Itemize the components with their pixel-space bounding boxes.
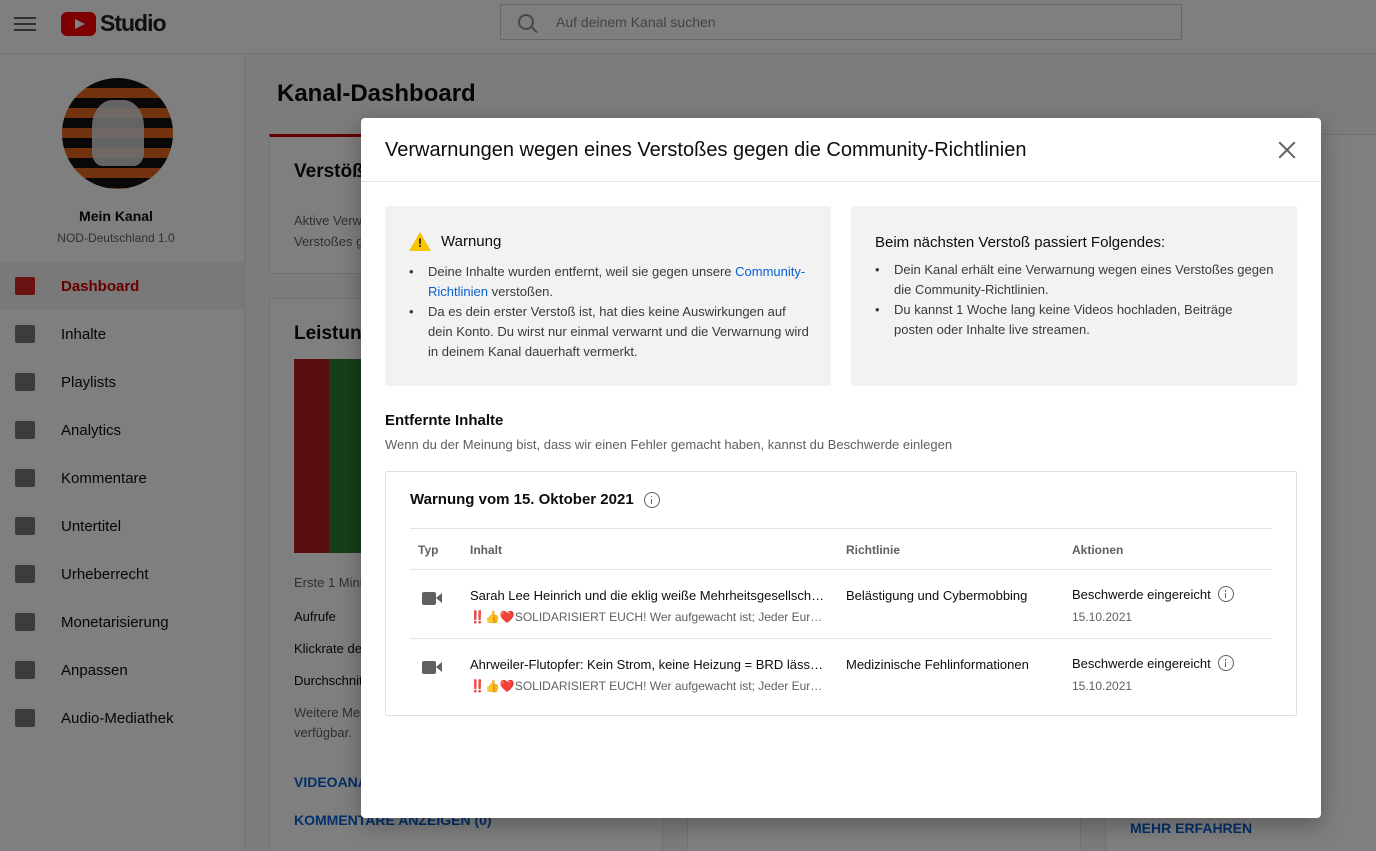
removed-content-title: Entfernte Inhalte xyxy=(385,412,504,429)
next-violation-bullet: Du kannst 1 Woche lang keine Videos hoch… xyxy=(875,300,1275,340)
video-camera-icon xyxy=(422,592,442,605)
appeal-status: Beschwerde eingereicht xyxy=(1072,655,1234,671)
warning-bullet-text: verstoßen. xyxy=(487,284,554,299)
warning-bullet-text: Deine Inhalte wurden entfernt, weil sie … xyxy=(428,264,736,279)
table-header: Typ Inhalt Richtlinie Aktionen xyxy=(410,528,1272,570)
policy-name: Belästigung und Cybermobbing xyxy=(846,588,1028,603)
warning-box: Warnung Deine Inhalte wurden entfernt, w… xyxy=(385,206,831,386)
next-violation-list: Dein Kanal erhält eine Verwarnung wegen … xyxy=(875,260,1275,340)
warning-bullet: Da es dein erster Verstoß ist, hat dies … xyxy=(409,302,809,362)
next-violation-box: Beim nächsten Verstoß passiert Folgendes… xyxy=(851,206,1297,386)
info-icon[interactable] xyxy=(1217,586,1234,602)
info-icon[interactable] xyxy=(1217,655,1234,671)
warning-bullet: Deine Inhalte wurden entfernt, weil sie … xyxy=(409,262,809,302)
strike-heading: Warnung vom 15. Oktober 2021 xyxy=(410,491,660,508)
warning-title: Warnung xyxy=(441,233,502,250)
policy-name: Medizinische Fehlinformationen xyxy=(846,657,1029,672)
appeal-status-text: Beschwerde eingereicht xyxy=(1072,655,1211,671)
appeal-status: Beschwerde eingereicht xyxy=(1072,586,1234,602)
info-icon[interactable] xyxy=(643,491,660,508)
appeal-status-text: Beschwerde eingereicht xyxy=(1072,586,1211,602)
video-title[interactable]: Sarah Lee Heinrich und die eklig weiße M… xyxy=(470,588,825,603)
warning-header: Warnung xyxy=(409,232,501,251)
next-violation-bullet: Dein Kanal erhält eine Verwarnung wegen … xyxy=(875,260,1275,300)
video-description: ‼️👍❤️SOLIDARISIERT EUCH! Wer aufgewacht … xyxy=(470,610,825,624)
table-row: Sarah Lee Heinrich und die eklig weiße M… xyxy=(410,570,1272,639)
close-icon[interactable] xyxy=(1277,140,1297,160)
video-camera-icon xyxy=(422,661,442,674)
removed-content-table: Typ Inhalt Richtlinie Aktionen Sarah Lee… xyxy=(410,528,1272,708)
column-actions: Aktionen xyxy=(1072,543,1124,557)
column-type: Typ xyxy=(418,543,439,557)
video-description: ‼️👍❤️SOLIDARISIERT EUCH! Wer aufgewacht … xyxy=(470,679,825,693)
dialog-title: Verwarnungen wegen eines Verstoßes gegen… xyxy=(385,139,1027,161)
warning-list: Deine Inhalte wurden entfernt, weil sie … xyxy=(409,262,809,362)
dialog-header: Verwarnungen wegen eines Verstoßes gegen… xyxy=(361,118,1321,182)
strike-dialog: Verwarnungen wegen eines Verstoßes gegen… xyxy=(361,118,1321,818)
column-policy: Richtlinie xyxy=(846,543,901,557)
column-content: Inhalt xyxy=(470,543,502,557)
appeal-date: 15.10.2021 xyxy=(1072,610,1133,624)
strike-card: Warnung vom 15. Oktober 2021 Typ Inhalt … xyxy=(385,471,1297,716)
next-violation-title: Beim nächsten Verstoß passiert Folgendes… xyxy=(875,234,1166,251)
appeal-date: 15.10.2021 xyxy=(1072,679,1133,693)
warning-icon xyxy=(409,232,431,251)
video-title[interactable]: Ahrweiler-Flutopfer: Kein Strom, keine H… xyxy=(470,657,825,672)
table-row: Ahrweiler-Flutopfer: Kein Strom, keine H… xyxy=(410,639,1272,708)
strike-heading-text: Warnung vom 15. Oktober 2021 xyxy=(410,491,634,508)
removed-content-subtitle: Wenn du der Meinung bist, dass wir einen… xyxy=(385,437,953,452)
